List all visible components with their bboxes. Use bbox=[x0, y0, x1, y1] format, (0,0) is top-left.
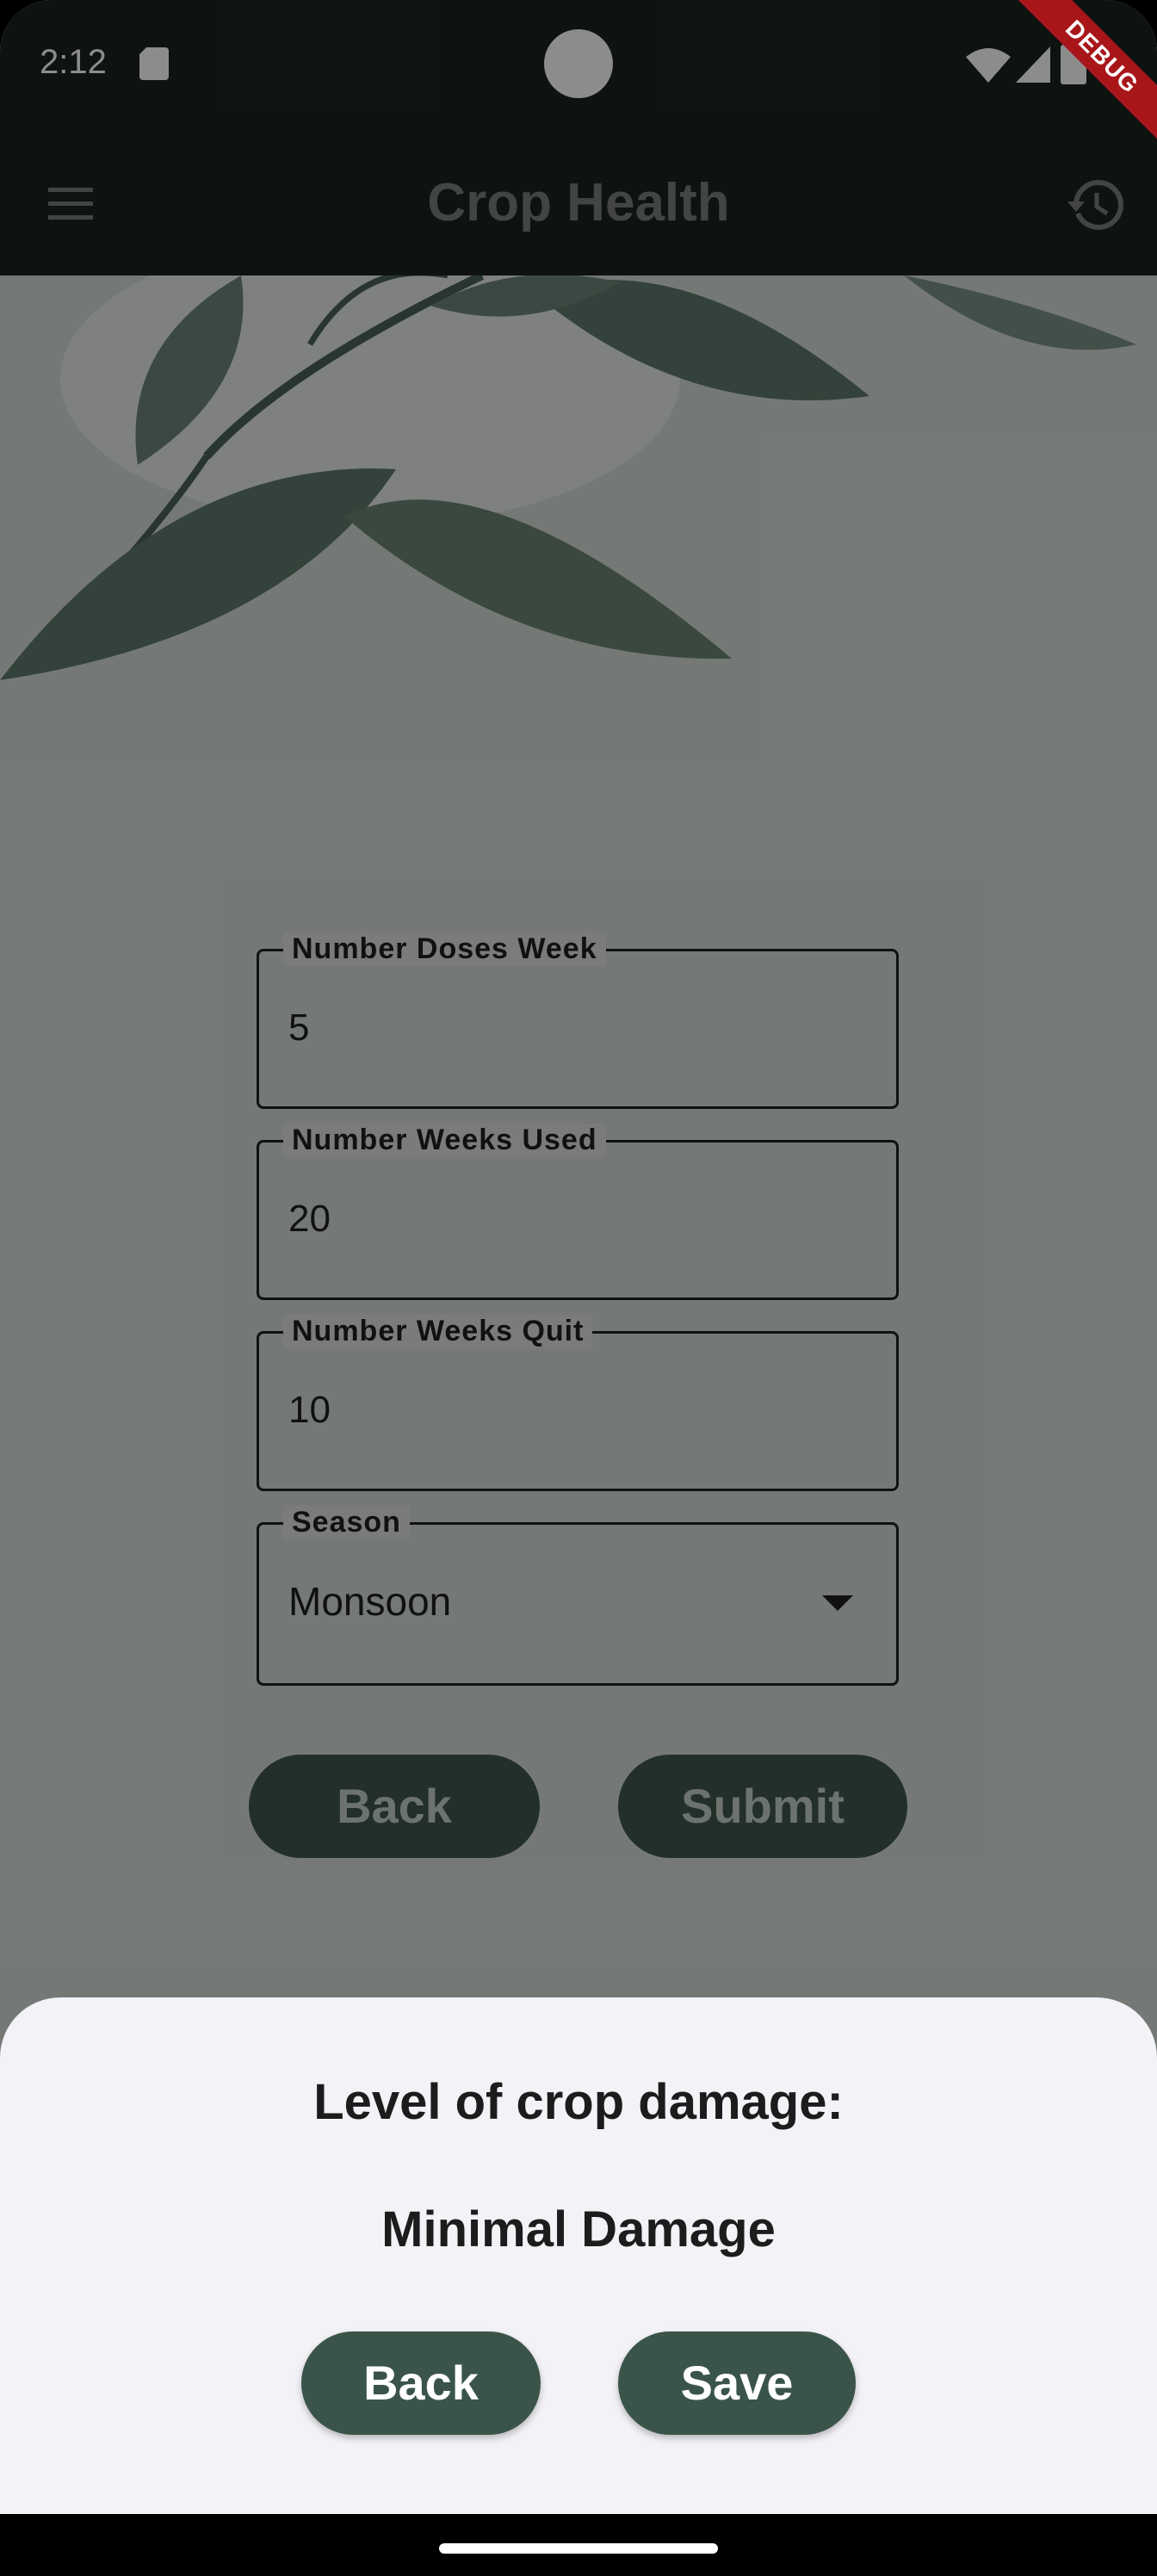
system-nav-bar bbox=[0, 2514, 1157, 2576]
status-time: 2:12 bbox=[40, 43, 107, 81]
home-handle[interactable] bbox=[439, 2543, 718, 2554]
sd-card-icon bbox=[139, 47, 169, 80]
wifi-icon bbox=[966, 48, 1011, 83]
result-value: Minimal Damage bbox=[381, 2201, 776, 2257]
season-value: Monsoon bbox=[288, 1579, 452, 1624]
status-bar: 2:12 bbox=[0, 0, 1157, 131]
doses-week-field[interactable]: Number Doses Week 5 bbox=[257, 932, 899, 1109]
leaf-illustration bbox=[0, 276, 1136, 680]
submit-button[interactable]: Submit bbox=[618, 1755, 907, 1858]
sheet-back-button[interactable]: Back bbox=[301, 2331, 541, 2435]
field-label: Number Weeks Used bbox=[283, 1124, 606, 1157]
history-icon[interactable] bbox=[1064, 174, 1126, 236]
weeks-quit-field[interactable]: Number Weeks Quit 10 bbox=[257, 1315, 899, 1491]
save-button[interactable]: Save bbox=[618, 2331, 856, 2435]
app-screen: 2:12 Crop Health Number Doses Week 5 Num… bbox=[0, 0, 1157, 2576]
field-label: Season bbox=[283, 1506, 410, 1539]
field-label: Number Doses Week bbox=[283, 932, 606, 966]
dropdown-arrow-icon bbox=[822, 1595, 853, 1611]
field-value: 10 bbox=[288, 1389, 331, 1431]
field-label: Number Weeks Quit bbox=[283, 1315, 593, 1348]
result-bottom-sheet: Level of crop damage: Minimal Damage Bac… bbox=[0, 1997, 1157, 2514]
field-value: 20 bbox=[288, 1198, 331, 1240]
signal-icon bbox=[1016, 46, 1050, 83]
back-button[interactable]: Back bbox=[249, 1755, 540, 1858]
season-dropdown[interactable]: Season Monsoon bbox=[257, 1506, 899, 1686]
page-title: Crop Health bbox=[427, 173, 730, 232]
result-heading: Level of crop damage: bbox=[313, 2074, 844, 2130]
field-value: 5 bbox=[288, 1006, 310, 1049]
app-bar: Crop Health bbox=[0, 131, 1157, 276]
camera-cutout bbox=[544, 29, 613, 98]
weeks-used-field[interactable]: Number Weeks Used 20 bbox=[257, 1124, 899, 1300]
